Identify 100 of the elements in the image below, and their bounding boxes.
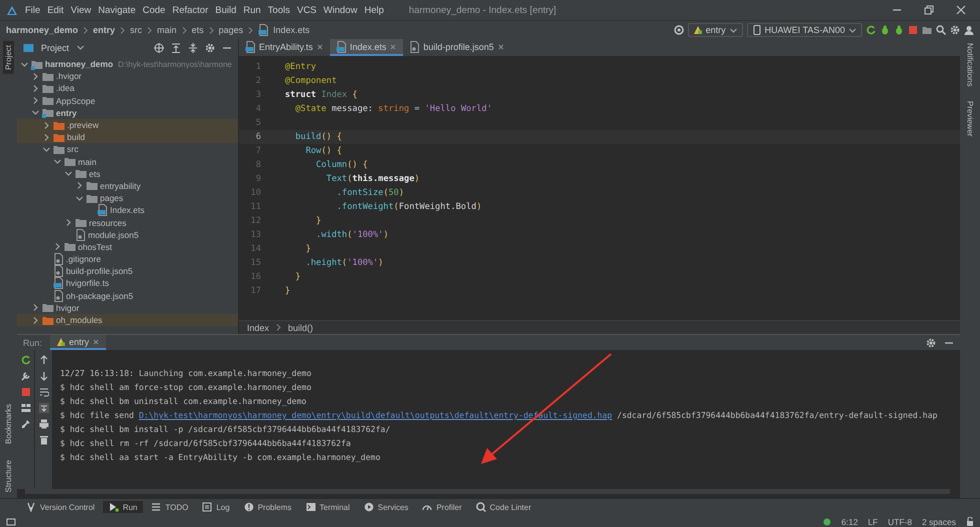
chevron-right-icon[interactable] [31,72,40,81]
chevron-down-icon[interactable] [75,194,84,203]
tool-window-tab[interactable]: Structure [3,456,14,496]
status-item[interactable]: UTF-8 [888,517,912,527]
rerun-icon[interactable] [866,25,876,35]
restore-icon[interactable] [924,5,934,15]
menu-item[interactable]: File [25,4,40,16]
breadcrumb[interactable]: main [157,25,177,35]
tree-row[interactable]: oh_modules [17,314,238,326]
folder-icon[interactable] [922,25,932,35]
chevron-down-icon[interactable] [728,26,738,34]
chevron-right-icon[interactable] [31,316,40,325]
run-tab[interactable]: entry [50,335,106,350]
tool-window-button[interactable]: Version Control [20,501,101,513]
chevron-right-icon[interactable] [31,303,40,312]
settings-icon[interactable] [950,25,960,35]
rerun-icon[interactable] [20,355,30,365]
chevron-right-icon[interactable] [75,181,84,190]
tree-row[interactable]: module.json5 [17,228,238,241]
breadcrumb[interactable]: src [130,25,142,35]
lock-icon[interactable] [966,517,974,527]
chevron-down-icon[interactable] [848,26,857,34]
menu-item[interactable]: Edit [47,4,64,16]
layout-icon[interactable] [6,517,16,527]
tree-row[interactable]: ohosTest [17,240,238,253]
tool-window-button[interactable]: Log [196,501,236,513]
tree-row[interactable]: build-profile.json5 [17,265,238,278]
arrow-down-icon[interactable] [38,371,48,381]
tree-row[interactable]: src [17,143,238,156]
tool-window-button[interactable]: Code Linter [470,501,538,513]
stop-icon[interactable] [20,387,30,397]
menu-item[interactable]: Run [243,4,261,16]
wrench-icon[interactable] [20,371,30,381]
tree-row[interactable]: entry [17,106,238,119]
tool-window-tab[interactable]: Previewer [966,100,974,136]
account-icon[interactable] [964,25,974,35]
layout-icon[interactable] [20,403,30,413]
settings-icon[interactable] [205,42,215,52]
close-icon[interactable] [956,5,966,15]
run-config-dropdown[interactable]: entry [688,23,743,37]
tool-window-button[interactable]: TODO [145,501,194,513]
code-breadcrumb[interactable]: Index [247,322,270,332]
stop-icon[interactable] [908,25,918,35]
expand-all-icon[interactable] [171,42,181,52]
breadcrumb[interactable]: pages [218,25,244,35]
print-icon[interactable] [38,419,48,429]
status-item[interactable]: 2 spaces [922,517,956,527]
close-icon[interactable] [496,42,505,50]
tool-window-tab[interactable]: Project [3,41,14,74]
menu-item[interactable]: View [70,4,92,16]
tree-row[interactable]: .gitignore [17,253,238,266]
tree-row[interactable]: Index.ets [17,204,238,216]
menu-item[interactable]: Tools [268,4,290,16]
chevron-down-icon[interactable] [76,43,86,52]
tool-window-button[interactable]: Profiler [416,501,468,513]
tree-row[interactable]: hvigorfile.ts [17,277,238,290]
tool-window-button[interactable]: Services [358,501,414,513]
scroll-end-icon[interactable] [38,403,48,413]
chevron-right-icon[interactable] [53,242,62,252]
tool-window-button[interactable]: Terminal [300,501,356,513]
tree-row[interactable]: oh-package.json5 [17,290,238,302]
menu-item[interactable]: Help [364,4,384,16]
menu-item[interactable]: Navigate [98,4,136,16]
editor-tab[interactable]: Index.ets [330,39,404,56]
panel-title[interactable]: Project [41,42,70,52]
menu-item[interactable]: VCS [296,4,317,16]
menu-item[interactable]: Refactor [172,4,208,16]
chevron-down-icon[interactable] [42,144,51,154]
tree-row[interactable]: .idea [17,82,238,95]
bug-icon[interactable] [880,25,890,35]
locate-icon[interactable] [154,42,164,52]
tree-row[interactable]: AppScope [17,94,238,107]
tree-row[interactable]: hvigor [17,302,238,314]
status-item[interactable]: LF [868,517,878,527]
tool-window-button[interactable]: Run [102,501,144,513]
tree-row[interactable]: .preview [17,118,238,132]
menu-item[interactable]: Code [142,4,166,16]
settings-icon[interactable] [926,338,936,348]
chevron-right-icon[interactable] [31,96,40,106]
chevron-right-icon[interactable] [31,84,40,93]
trash-icon[interactable] [38,435,48,445]
tree-row[interactable]: resources [17,216,238,229]
close-icon[interactable] [92,338,100,346]
tree-row[interactable]: pages [17,192,238,204]
bug-icon[interactable] [894,25,904,35]
breadcrumb[interactable]: ets [192,25,204,35]
close-icon[interactable] [316,42,324,50]
target-icon[interactable] [674,25,684,35]
chevron-down-icon[interactable] [31,108,40,118]
code-breadcrumb[interactable]: build() [288,322,314,332]
tool-window-tab[interactable]: Notifications [966,43,974,87]
breadcrumb[interactable]: harmoney_demo [6,25,78,35]
editor-tab[interactable]: build-profile.json5 [403,39,511,56]
chevron-down-icon[interactable] [53,157,62,166]
breadcrumb[interactable]: entry [93,25,116,35]
chevron-down-icon[interactable] [20,60,29,69]
tree-row[interactable]: ets [17,168,238,180]
device-dropdown[interactable]: HUAWEI TAS-AN00 [746,23,862,37]
arrow-up-icon[interactable] [38,355,48,365]
chevron-right-icon[interactable] [64,218,73,228]
